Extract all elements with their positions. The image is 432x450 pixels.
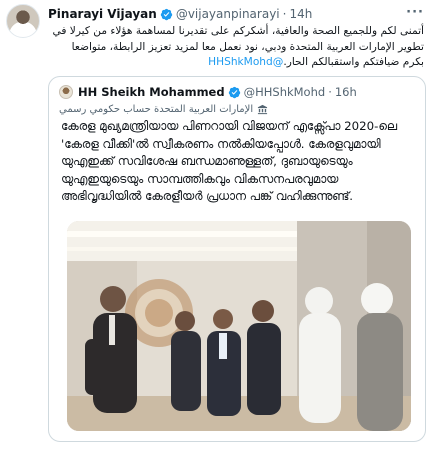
- quote-author-handle[interactable]: @HHShkMohd: [244, 85, 326, 99]
- quote-author-name[interactable]: HH Sheikh Mohammed: [78, 85, 225, 99]
- separator-dot: ·: [282, 7, 287, 21]
- quote-text: കേരള മുഖ്യമന്ത്രിയായ പിണറായി വിജയന് എക്സ…: [61, 119, 397, 203]
- more-options-icon[interactable]: ···: [406, 5, 424, 20]
- mention-link[interactable]: @HHShkMohd: [208, 56, 283, 68]
- verified-badge-icon: [228, 86, 240, 98]
- verified-badge-icon: [160, 8, 172, 20]
- quote-header: HH Sheikh Mohammed @HHShkMohd · 16h: [59, 85, 357, 99]
- tweet-text: أتمنى لكم وللجميع الصحة والعافية، أشكركم…: [48, 24, 424, 71]
- tweet-header: Pinarayi Vijayan @vijayanpinarayi · 14h …: [48, 5, 424, 23]
- separator-dot: ·: [328, 85, 332, 99]
- author-handle[interactable]: @vijayanpinarayi: [176, 7, 280, 21]
- quote-author-avatar[interactable]: [59, 85, 73, 99]
- government-account-icon: [258, 104, 268, 114]
- government-account-label: الإمارات العربية المتحدة حساب حكومي رسمي: [59, 102, 415, 116]
- quoted-tweet[interactable]: HH Sheikh Mohammed @HHShkMohd · 16h الإم…: [48, 76, 426, 442]
- quote-time[interactable]: 16h: [335, 85, 357, 99]
- tweet-time[interactable]: 14h: [289, 7, 312, 21]
- author-name[interactable]: Pinarayi Vijayan: [48, 7, 157, 21]
- photo-illustration: [67, 221, 411, 431]
- quote-photo[interactable]: [67, 221, 411, 431]
- author-avatar[interactable]: [6, 4, 40, 38]
- government-account-text: الإمارات العربية المتحدة حساب حكومي رسمي: [59, 103, 254, 115]
- tweet-card[interactable]: Pinarayi Vijayan @vijayanpinarayi · 14h …: [0, 0, 432, 450]
